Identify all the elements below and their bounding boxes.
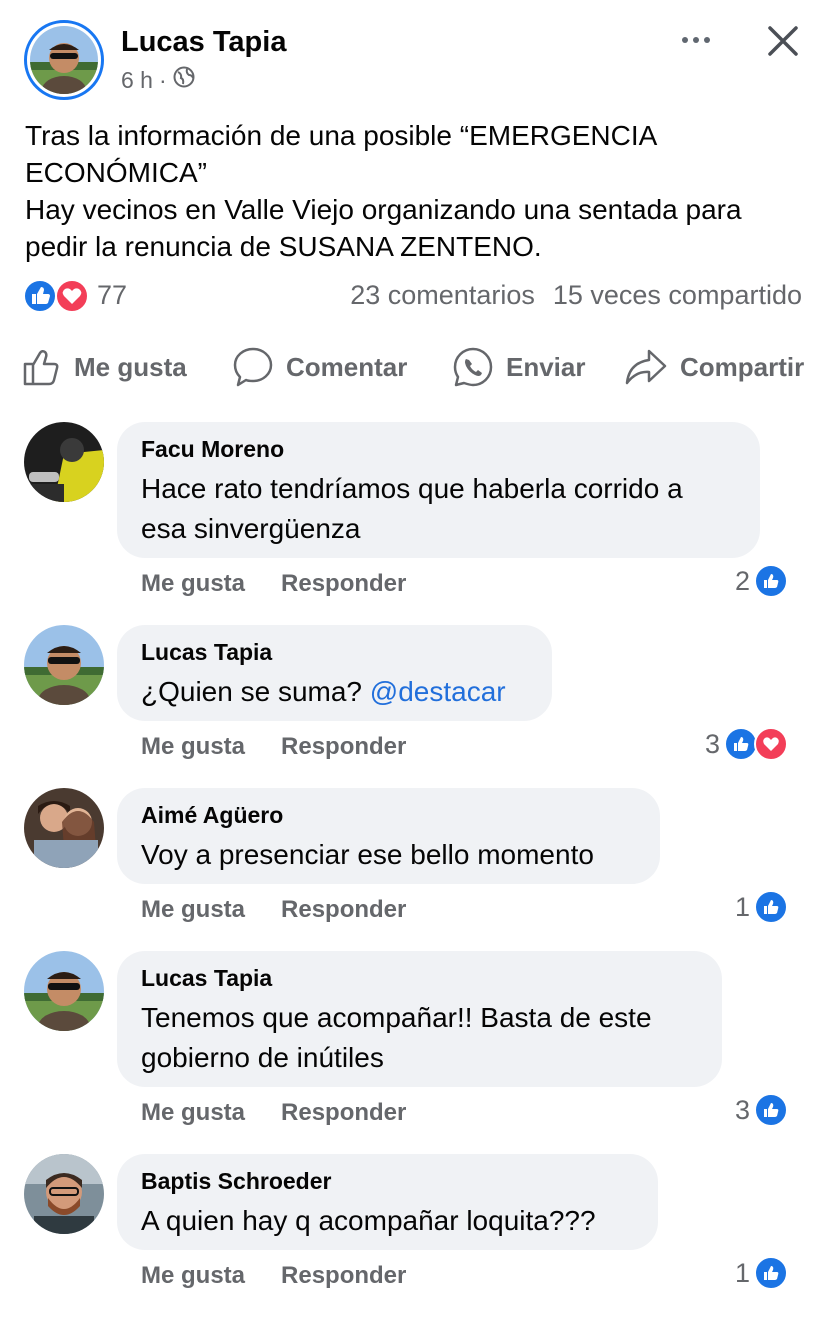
comment-reactions[interactable]: 1 xyxy=(735,890,788,924)
post-text-line: pedir la renuncia de SUSANA ZENTENO. xyxy=(25,231,542,262)
comment-reply-button[interactable]: Responder xyxy=(281,1099,406,1127)
close-icon xyxy=(768,26,798,56)
comment-reaction-count: 1 xyxy=(734,1257,750,1288)
like-reaction-icon xyxy=(23,279,57,313)
like-reaction-icon xyxy=(724,727,758,761)
comment-text-line: Hace rato tendríamos que haberla corrido… xyxy=(141,473,683,504)
commenter-avatar[interactable] xyxy=(24,951,104,1031)
shares-count[interactable]: 15 veces compartido xyxy=(553,280,802,311)
comment-bubble: Baptis Schroeder A quien hay q acompañar… xyxy=(117,1154,658,1250)
commenter-name[interactable]: Lucas Tapia xyxy=(141,965,698,992)
comment-bubble: Aimé Agüero Voy a presenciar ese bello m… xyxy=(117,788,660,884)
commenter-avatar[interactable] xyxy=(24,625,104,705)
comment-reaction-count: 3 xyxy=(704,728,720,759)
comment-text-line: Tenemos que acompañar!! Basta de este xyxy=(141,1002,652,1033)
comment-like-button[interactable]: Me gusta xyxy=(141,733,245,761)
post-text-line: Tras la información de una posible “EMER… xyxy=(25,120,658,151)
thumbs-up-icon xyxy=(23,349,59,386)
comment-actions: Me gusta Responder xyxy=(141,733,406,761)
commenter-name[interactable]: Aimé Agüero xyxy=(141,802,636,829)
comment-text-line: A quien hay q acompañar loquita??? xyxy=(141,1205,596,1236)
mention-link[interactable]: @destacar xyxy=(370,676,506,707)
comment-like-button[interactable]: Me gusta xyxy=(141,570,245,598)
close-button[interactable] xyxy=(760,18,806,64)
comment-text-line: gobierno de inútiles xyxy=(141,1042,384,1073)
comment-reactions[interactable]: 3 xyxy=(735,1093,788,1127)
dot-icon xyxy=(693,37,699,43)
like-reaction-icon xyxy=(754,1093,788,1127)
love-reaction-icon xyxy=(55,279,89,313)
comment-text-line: Voy a presenciar ese bello momento xyxy=(141,839,594,870)
comment-reactions[interactable]: 3 xyxy=(705,727,788,761)
comment-actions: Me gusta Responder xyxy=(141,1262,406,1290)
post-text-line: Hay vecinos en Valle Viejo organizando u… xyxy=(25,194,742,225)
dot-icon xyxy=(682,37,688,43)
send-whatsapp-button[interactable]: Enviar xyxy=(452,345,586,389)
commenter-avatar[interactable] xyxy=(24,1154,104,1234)
meta-separator: · xyxy=(158,66,167,93)
more-options-button[interactable] xyxy=(672,24,720,56)
whatsapp-icon xyxy=(453,347,493,387)
comment-text-line: esa sinvergüenza xyxy=(141,513,361,544)
comment-reactions[interactable]: 1 xyxy=(735,1256,788,1290)
comment-like-button[interactable]: Me gusta xyxy=(141,1099,245,1127)
comment-reply-button[interactable]: Responder xyxy=(281,570,406,598)
comment-actions: Me gusta Responder xyxy=(141,1099,406,1127)
share-button-label: Compartir xyxy=(680,351,805,382)
comment-button[interactable]: Comentar xyxy=(232,345,407,389)
post-reactions-summary[interactable] xyxy=(22,279,92,313)
comment-reply-button[interactable]: Responder xyxy=(281,896,406,924)
author-avatar[interactable] xyxy=(24,20,104,100)
comment-reaction-count: 2 xyxy=(734,565,750,596)
comment-text: ¿Quien se suma? @destacar xyxy=(141,672,528,712)
comment-bubble: Facu Moreno Hace rato tendríamos que hab… xyxy=(117,422,760,558)
post-time[interactable]: 6 h xyxy=(121,67,153,94)
comment-reply-button[interactable]: Responder xyxy=(281,733,406,761)
love-reaction-icon xyxy=(754,727,788,761)
like-reaction-icon xyxy=(754,564,788,598)
post-meta: 6 h · xyxy=(121,66,195,94)
commenter-avatar[interactable] xyxy=(24,788,104,868)
comment-actions: Me gusta Responder xyxy=(141,570,406,598)
comment-like-button[interactable]: Me gusta xyxy=(141,1262,245,1290)
like-button[interactable]: Me gusta xyxy=(22,345,187,389)
post-stats: 23 comentarios 15 veces compartido xyxy=(350,280,802,311)
post-text-line: ECONÓMICA” xyxy=(25,157,207,188)
comment-like-button[interactable]: Me gusta xyxy=(141,896,245,924)
comments-count[interactable]: 23 comentarios xyxy=(350,280,535,311)
comment-bubble: Lucas Tapia ¿Quien se suma? @destacar xyxy=(117,625,552,721)
commenter-name[interactable]: Lucas Tapia xyxy=(141,639,528,666)
share-button[interactable]: Compartir xyxy=(624,345,804,389)
comment-text-part: ¿Quien se suma? xyxy=(141,676,370,707)
comment-reaction-count: 1 xyxy=(734,891,750,922)
commenter-name[interactable]: Baptis Schroeder xyxy=(141,1168,634,1195)
like-reaction-icon xyxy=(754,1256,788,1290)
like-button-label: Me gusta xyxy=(74,351,187,382)
commenter-name[interactable]: Facu Moreno xyxy=(141,436,736,463)
comment-actions: Me gusta Responder xyxy=(141,896,406,924)
globe-icon xyxy=(173,66,195,94)
share-icon xyxy=(625,349,667,385)
comment-button-label: Comentar xyxy=(286,351,408,382)
send-button-label: Enviar xyxy=(506,351,586,382)
post-author-name[interactable]: Lucas Tapia xyxy=(121,26,286,59)
commenter-avatar[interactable] xyxy=(24,422,104,502)
like-reaction-icon xyxy=(754,890,788,924)
reactions-count[interactable]: 77 xyxy=(97,280,127,311)
dot-icon xyxy=(704,37,710,43)
post-body: Tras la información de una posible “EMER… xyxy=(25,117,815,265)
comment-bubble: Lucas Tapia Tenemos que acompañar!! Bast… xyxy=(117,951,722,1087)
comment-reactions[interactable]: 2 xyxy=(735,564,788,598)
comment-icon xyxy=(233,347,273,387)
comment-reply-button[interactable]: Responder xyxy=(281,1262,406,1290)
comment-reaction-count: 3 xyxy=(734,1094,750,1125)
